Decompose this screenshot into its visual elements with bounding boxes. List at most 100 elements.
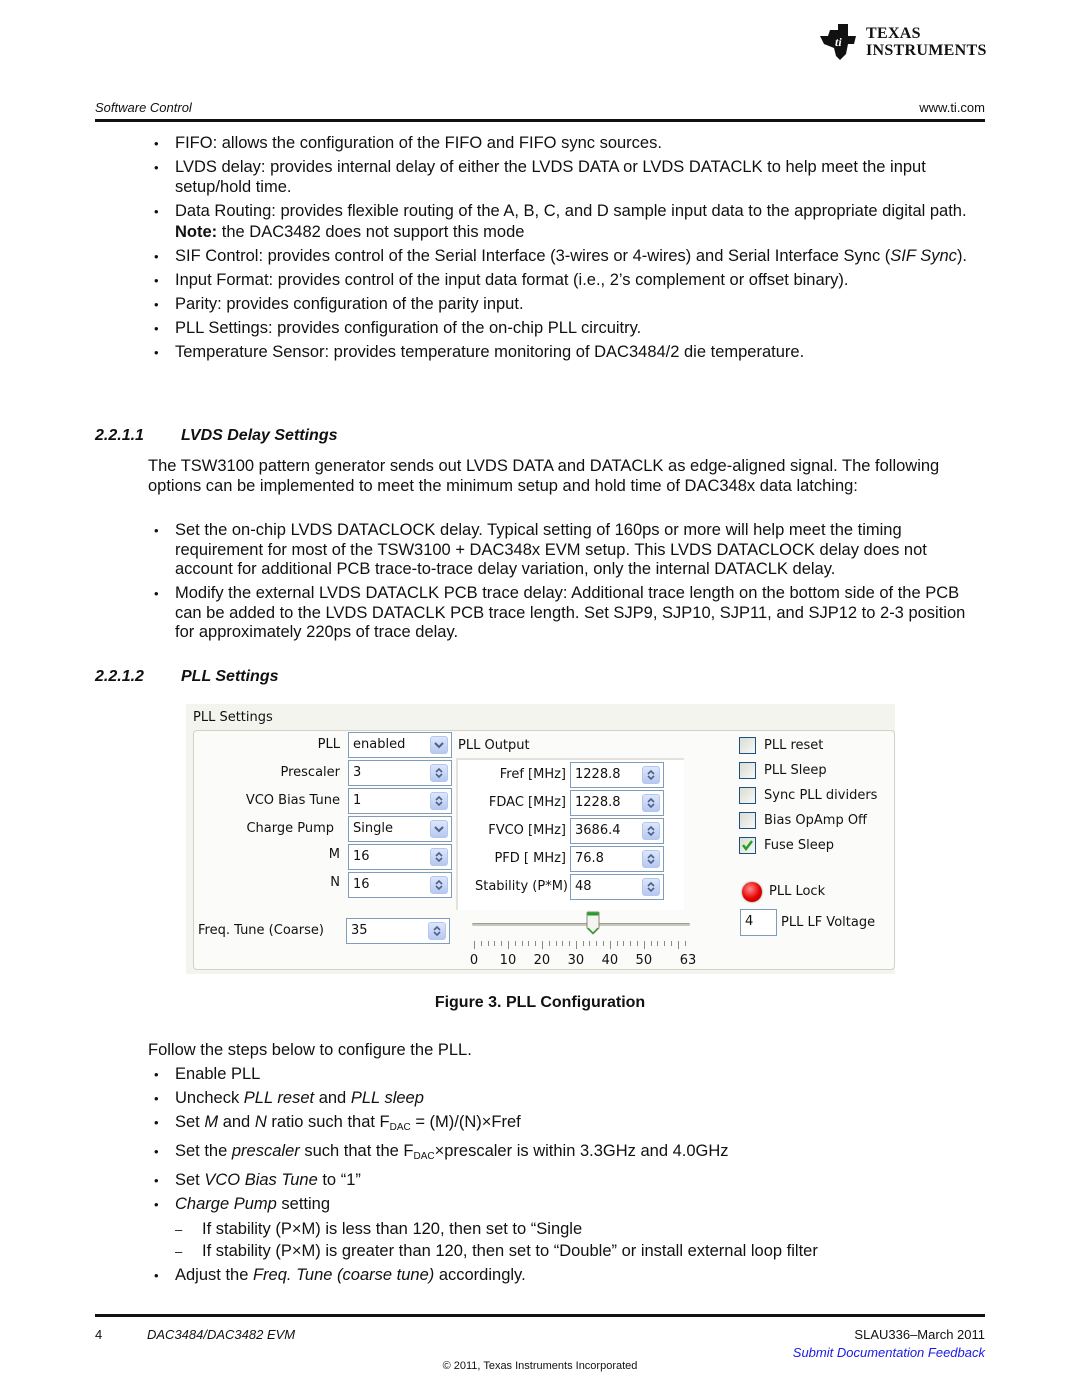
prescaler-spinner[interactable]: 3: [348, 760, 452, 786]
fdac-label: FDAC [MHz]: [488, 795, 566, 810]
list-item: LVDS delay: provides internal delay of e…: [148, 158, 988, 197]
pll-label: PLL: [317, 737, 340, 752]
fref-spinner[interactable]: 1228.8: [570, 762, 664, 788]
bias-opamp-off-checkbox[interactable]: Bias OpAmp Off: [739, 812, 867, 829]
stability-label: Stability (P*M): [474, 879, 568, 894]
checkbox-box[interactable]: [739, 762, 756, 779]
pll-lock-led-icon: [742, 882, 762, 902]
intro-list-container: FIFO: allows the configuration of the FI…: [148, 134, 988, 367]
fvco-spinner[interactable]: 3686.4: [570, 818, 664, 844]
vco-bias-tune-spinner[interactable]: 1: [348, 788, 452, 814]
slider-tick: [589, 941, 591, 946]
slider-tick-label: 40: [601, 953, 619, 968]
spinner-arrows-icon[interactable]: [642, 850, 660, 868]
n-spinner[interactable]: 16: [348, 872, 452, 898]
slider-tick: [575, 941, 577, 949]
spinner-arrows-icon[interactable]: [430, 876, 448, 894]
pll-lf-voltage-field: 4: [740, 909, 777, 936]
slider-tick: [684, 941, 686, 946]
slider-tick: [501, 941, 503, 946]
lvds-list-container: Set the on-chip LVDS DATACLOCK delay. Ty…: [148, 521, 988, 647]
slider-tick: [657, 941, 659, 946]
list-item: Temperature Sensor: provides temperature…: [148, 343, 988, 363]
checkbox-box[interactable]: [739, 837, 756, 854]
slider-thumb[interactable]: [586, 911, 600, 935]
spinner-arrows-icon[interactable]: [642, 878, 660, 896]
checkbox-box[interactable]: [739, 737, 756, 754]
slider-track[interactable]: [472, 923, 690, 926]
slider-tick: [507, 941, 509, 949]
chevron-down-icon[interactable]: [430, 820, 448, 838]
slider-tick: [494, 941, 496, 946]
pll-sleep-checkbox[interactable]: PLL Sleep: [739, 762, 827, 779]
pll-reset-checkbox[interactable]: PLL reset: [739, 737, 823, 754]
list-item: Modify the external LVDS DATACLK PCB tra…: [148, 584, 988, 643]
list-item: Set VCO Bias Tune to “1”: [148, 1171, 988, 1191]
slider-tick: [596, 941, 598, 946]
list-item: SIF Control: provides control of the Ser…: [148, 247, 988, 267]
spinner-arrows-icon[interactable]: [642, 766, 660, 784]
submit-feedback-link[interactable]: Submit Documentation Feedback: [793, 1345, 985, 1360]
slider-tick: [548, 941, 550, 946]
spinner-arrows-icon[interactable]: [430, 848, 448, 866]
list-item: Set the prescaler such that the FDAC×pre…: [148, 1142, 988, 1167]
steps-list-container: Enable PLL Uncheck PLL reset and PLL sle…: [148, 1065, 988, 1290]
list-item: Adjust the Freq. Tune (coarse tune) acco…: [148, 1266, 988, 1286]
slider-tick: [480, 941, 482, 946]
charge-pump-label: Charge Pump: [246, 821, 334, 836]
slider-tick: [603, 941, 605, 946]
list-item: Parity: provides configuration of the pa…: [148, 295, 988, 315]
slider-tick: [637, 941, 639, 946]
slider-tick-label: 10: [499, 953, 517, 968]
steps-intro: Follow the steps below to configure the …: [148, 1041, 472, 1059]
fuse-sleep-checkbox[interactable]: Fuse Sleep: [739, 837, 834, 854]
slider-tick: [677, 941, 679, 949]
slider-tick: [528, 941, 530, 946]
spinner-arrows-icon[interactable]: [430, 764, 448, 782]
pfd-label: PFD [ MHz]: [494, 851, 566, 866]
pfd-spinner[interactable]: 76.8: [570, 846, 664, 872]
document-title: DAC3484/DAC3482 EVM: [147, 1327, 296, 1342]
charge-pump-dropdown[interactable]: Single: [348, 816, 452, 842]
prescaler-label: Prescaler: [280, 765, 340, 780]
list-item: FIFO: allows the configuration of the FI…: [148, 134, 988, 154]
sync-pll-dividers-checkbox[interactable]: Sync PLL dividers: [739, 787, 877, 804]
checkbox-box[interactable]: [739, 787, 756, 804]
checkbox-box[interactable]: [739, 812, 756, 829]
spinner-arrows-icon[interactable]: [642, 794, 660, 812]
fref-label: Fref [MHz]: [499, 767, 566, 782]
note: Note: the DAC3482 does not support this …: [175, 223, 525, 241]
slider-tick: [609, 941, 611, 949]
pll-lock-label: PLL Lock: [769, 884, 826, 899]
slider-tick: [555, 941, 557, 946]
chevron-down-icon[interactable]: [430, 736, 448, 754]
slider-tick: [643, 941, 645, 949]
freq-tune-spinner[interactable]: 35: [346, 918, 450, 944]
slider-tick-label: 0: [469, 953, 479, 968]
freq-tune-slider[interactable]: 0 10 20 30 40 50 63: [469, 909, 696, 969]
checkmark-icon: [742, 840, 753, 851]
fdac-spinner[interactable]: 1228.8: [570, 790, 664, 816]
slider-ticks: [472, 941, 690, 951]
n-label: N: [330, 875, 340, 890]
slider-tick: [650, 941, 652, 946]
slider-tick: [474, 941, 475, 949]
m-spinner[interactable]: 16: [348, 844, 452, 870]
ti-logo-icon: ti: [820, 24, 856, 60]
fvco-label: FVCO [MHz]: [488, 823, 566, 838]
slider-tick: [487, 941, 489, 946]
stability-spinner[interactable]: 48: [570, 874, 664, 900]
slider-tick: [569, 941, 571, 946]
pll-lf-voltage-label: PLL LF Voltage: [781, 915, 876, 930]
spinner-arrows-icon[interactable]: [430, 792, 448, 810]
spinner-arrows-icon[interactable]: [642, 822, 660, 840]
spinner-arrows-icon[interactable]: [428, 922, 446, 940]
section-heading-lvds: 2.2.1.1 LVDS Delay Settings: [95, 427, 338, 444]
sublist-item: If stability (P×M) is less than 120, the…: [175, 1220, 988, 1240]
pll-dropdown[interactable]: enabled: [348, 732, 452, 758]
lvds-list: Set the on-chip LVDS DATACLOCK delay. Ty…: [148, 521, 988, 643]
m-label: M: [328, 847, 340, 862]
pll-settings-panel: PLL Settings PLL enabled Prescaler 3 VCO…: [186, 704, 895, 974]
slider-tick-label: 63: [679, 953, 697, 968]
header-url[interactable]: www.ti.com: [919, 100, 985, 115]
